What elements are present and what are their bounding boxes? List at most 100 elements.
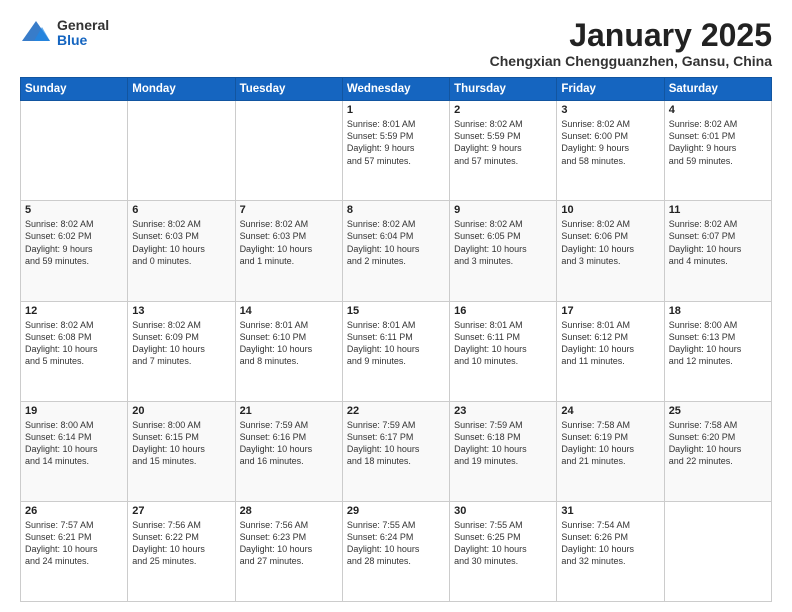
day-info: Sunrise: 8:02 AM Sunset: 6:00 PM Dayligh… xyxy=(561,118,659,167)
day-info: Sunrise: 8:02 AM Sunset: 6:03 PM Dayligh… xyxy=(240,218,338,267)
day-number: 11 xyxy=(669,204,767,216)
calendar-cell xyxy=(21,101,128,201)
day-number: 10 xyxy=(561,204,659,216)
header-sunday: Sunday xyxy=(21,78,128,101)
page: General Blue January 2025 Chengxian Chen… xyxy=(0,0,792,612)
calendar-cell: 28 Sunrise: 7:56 AM Sunset: 6:23 PM Dayli… xyxy=(235,501,342,601)
day-info: Sunrise: 7:59 AM Sunset: 6:18 PM Dayligh… xyxy=(454,419,552,468)
day-info: Sunrise: 7:56 AM Sunset: 6:23 PM Dayligh… xyxy=(240,519,338,568)
day-info: Sunrise: 7:59 AM Sunset: 6:16 PM Dayligh… xyxy=(240,419,338,468)
calendar-cell: 5 Sunrise: 8:02 AM Sunset: 6:02 PM Daylig… xyxy=(21,201,128,301)
calendar-cell: 10Sunrise: 8:02 AM Sunset: 6:06 PM Dayli… xyxy=(557,201,664,301)
main-title: January 2025 xyxy=(490,18,772,53)
day-number: 9 xyxy=(454,204,552,216)
day-info: Sunrise: 7:54 AM Sunset: 6:26 PM Dayligh… xyxy=(561,519,659,568)
calendar-cell: 7 Sunrise: 8:02 AM Sunset: 6:03 PM Daylig… xyxy=(235,201,342,301)
calendar-cell: 4Sunrise: 8:02 AM Sunset: 6:01 PM Daylig… xyxy=(664,101,771,201)
day-info: Sunrise: 7:55 AM Sunset: 6:24 PM Dayligh… xyxy=(347,519,445,568)
calendar-cell: 21Sunrise: 7:59 AM Sunset: 6:16 PM Dayli… xyxy=(235,401,342,501)
day-number: 24 xyxy=(561,405,659,417)
calendar-cell: 25Sunrise: 7:58 AM Sunset: 6:20 PM Dayli… xyxy=(664,401,771,501)
day-number: 22 xyxy=(347,405,445,417)
calendar-cell: 20 Sunrise: 8:00 AM Sunset: 6:15 PM Dayli… xyxy=(128,401,235,501)
day-info: Sunrise: 7:58 AM Sunset: 6:19 PM Dayligh… xyxy=(561,419,659,468)
day-info: Sunrise: 8:01 AM Sunset: 5:59 PM Dayligh… xyxy=(347,118,445,167)
day-info: Sunrise: 8:00 AM Sunset: 6:15 PM Dayligh… xyxy=(132,419,230,468)
calendar-week-5: 26 Sunrise: 7:57 AM Sunset: 6:21 PM Dayli… xyxy=(21,501,772,601)
calendar-cell: 17Sunrise: 8:01 AM Sunset: 6:12 PM Dayli… xyxy=(557,301,664,401)
calendar-cell: 19 Sunrise: 8:00 AM Sunset: 6:14 PM Dayli… xyxy=(21,401,128,501)
days-header-row: Sunday Monday Tuesday Wednesday Thursday… xyxy=(21,78,772,101)
day-number: 1 xyxy=(347,104,445,116)
day-number: 31 xyxy=(561,505,659,517)
day-info: Sunrise: 8:02 AM Sunset: 6:07 PM Dayligh… xyxy=(669,218,767,267)
calendar-cell: 2 Sunrise: 8:02 AM Sunset: 5:59 PM Daylig… xyxy=(450,101,557,201)
day-info: Sunrise: 8:01 AM Sunset: 6:11 PM Dayligh… xyxy=(347,319,445,368)
calendar-cell: 1 Sunrise: 8:01 AM Sunset: 5:59 PM Daylig… xyxy=(342,101,449,201)
day-number: 5 xyxy=(25,204,123,216)
day-number: 28 xyxy=(240,505,338,517)
calendar-cell: 6Sunrise: 8:02 AM Sunset: 6:03 PM Daylig… xyxy=(128,201,235,301)
day-info: Sunrise: 7:58 AM Sunset: 6:20 PM Dayligh… xyxy=(669,419,767,468)
day-number: 20 xyxy=(132,405,230,417)
day-number: 2 xyxy=(454,104,552,116)
logo: General Blue xyxy=(20,18,109,49)
calendar-header: Sunday Monday Tuesday Wednesday Thursday… xyxy=(21,78,772,101)
day-number: 14 xyxy=(240,305,338,317)
day-info: Sunrise: 8:01 AM Sunset: 6:10 PM Dayligh… xyxy=(240,319,338,368)
header-monday: Monday xyxy=(128,78,235,101)
calendar-cell xyxy=(664,501,771,601)
day-info: Sunrise: 8:00 AM Sunset: 6:14 PM Dayligh… xyxy=(25,419,123,468)
calendar-cell: 3Sunrise: 8:02 AM Sunset: 6:00 PM Daylig… xyxy=(557,101,664,201)
day-number: 12 xyxy=(25,305,123,317)
day-info: Sunrise: 7:59 AM Sunset: 6:17 PM Dayligh… xyxy=(347,419,445,468)
calendar-cell: 16 Sunrise: 8:01 AM Sunset: 6:11 PM Dayli… xyxy=(450,301,557,401)
day-number: 7 xyxy=(240,204,338,216)
day-info: Sunrise: 7:57 AM Sunset: 6:21 PM Dayligh… xyxy=(25,519,123,568)
day-info: Sunrise: 8:02 AM Sunset: 6:04 PM Dayligh… xyxy=(347,218,445,267)
day-info: Sunrise: 8:02 AM Sunset: 6:05 PM Dayligh… xyxy=(454,218,552,267)
day-number: 6 xyxy=(132,204,230,216)
logo-general-text: General xyxy=(57,18,109,33)
calendar-table: Sunday Monday Tuesday Wednesday Thursday… xyxy=(20,77,772,602)
day-info: Sunrise: 7:55 AM Sunset: 6:25 PM Dayligh… xyxy=(454,519,552,568)
header-friday: Friday xyxy=(557,78,664,101)
day-number: 30 xyxy=(454,505,552,517)
calendar-cell: 12 Sunrise: 8:02 AM Sunset: 6:08 PM Dayli… xyxy=(21,301,128,401)
day-info: Sunrise: 8:01 AM Sunset: 6:12 PM Dayligh… xyxy=(561,319,659,368)
day-info: Sunrise: 8:01 AM Sunset: 6:11 PM Dayligh… xyxy=(454,319,552,368)
day-number: 18 xyxy=(669,305,767,317)
calendar-week-3: 12 Sunrise: 8:02 AM Sunset: 6:08 PM Dayli… xyxy=(21,301,772,401)
day-number: 19 xyxy=(25,405,123,417)
day-info: Sunrise: 8:02 AM Sunset: 5:59 PM Dayligh… xyxy=(454,118,552,167)
calendar-week-1: 1 Sunrise: 8:01 AM Sunset: 5:59 PM Daylig… xyxy=(21,101,772,201)
header-saturday: Saturday xyxy=(664,78,771,101)
logo-blue-text: Blue xyxy=(57,33,109,48)
calendar-cell xyxy=(128,101,235,201)
day-number: 16 xyxy=(454,305,552,317)
logo-text: General Blue xyxy=(57,18,109,49)
title-block: January 2025 Chengxian Chengguanzhen, Ga… xyxy=(490,18,772,69)
calendar-cell: 30 Sunrise: 7:55 AM Sunset: 6:25 PM Dayli… xyxy=(450,501,557,601)
calendar-cell: 8Sunrise: 8:02 AM Sunset: 6:04 PM Daylig… xyxy=(342,201,449,301)
header-wednesday: Wednesday xyxy=(342,78,449,101)
calendar-cell: 29 Sunrise: 7:55 AM Sunset: 6:24 PM Dayli… xyxy=(342,501,449,601)
day-number: 26 xyxy=(25,505,123,517)
day-info: Sunrise: 7:56 AM Sunset: 6:22 PM Dayligh… xyxy=(132,519,230,568)
day-info: Sunrise: 8:00 AM Sunset: 6:13 PM Dayligh… xyxy=(669,319,767,368)
calendar-cell: 31 Sunrise: 7:54 AM Sunset: 6:26 PM Dayli… xyxy=(557,501,664,601)
day-number: 27 xyxy=(132,505,230,517)
calendar-cell xyxy=(235,101,342,201)
day-info: Sunrise: 8:02 AM Sunset: 6:02 PM Dayligh… xyxy=(25,218,123,267)
header-thursday: Thursday xyxy=(450,78,557,101)
header: General Blue January 2025 Chengxian Chen… xyxy=(20,18,772,69)
day-info: Sunrise: 8:02 AM Sunset: 6:08 PM Dayligh… xyxy=(25,319,123,368)
day-info: Sunrise: 8:02 AM Sunset: 6:09 PM Dayligh… xyxy=(132,319,230,368)
header-tuesday: Tuesday xyxy=(235,78,342,101)
day-number: 23 xyxy=(454,405,552,417)
calendar-week-2: 5 Sunrise: 8:02 AM Sunset: 6:02 PM Daylig… xyxy=(21,201,772,301)
location-subtitle: Chengxian Chengguanzhen, Gansu, China xyxy=(490,53,772,69)
day-number: 4 xyxy=(669,104,767,116)
calendar-cell: 9 Sunrise: 8:02 AM Sunset: 6:05 PM Daylig… xyxy=(450,201,557,301)
day-number: 29 xyxy=(347,505,445,517)
